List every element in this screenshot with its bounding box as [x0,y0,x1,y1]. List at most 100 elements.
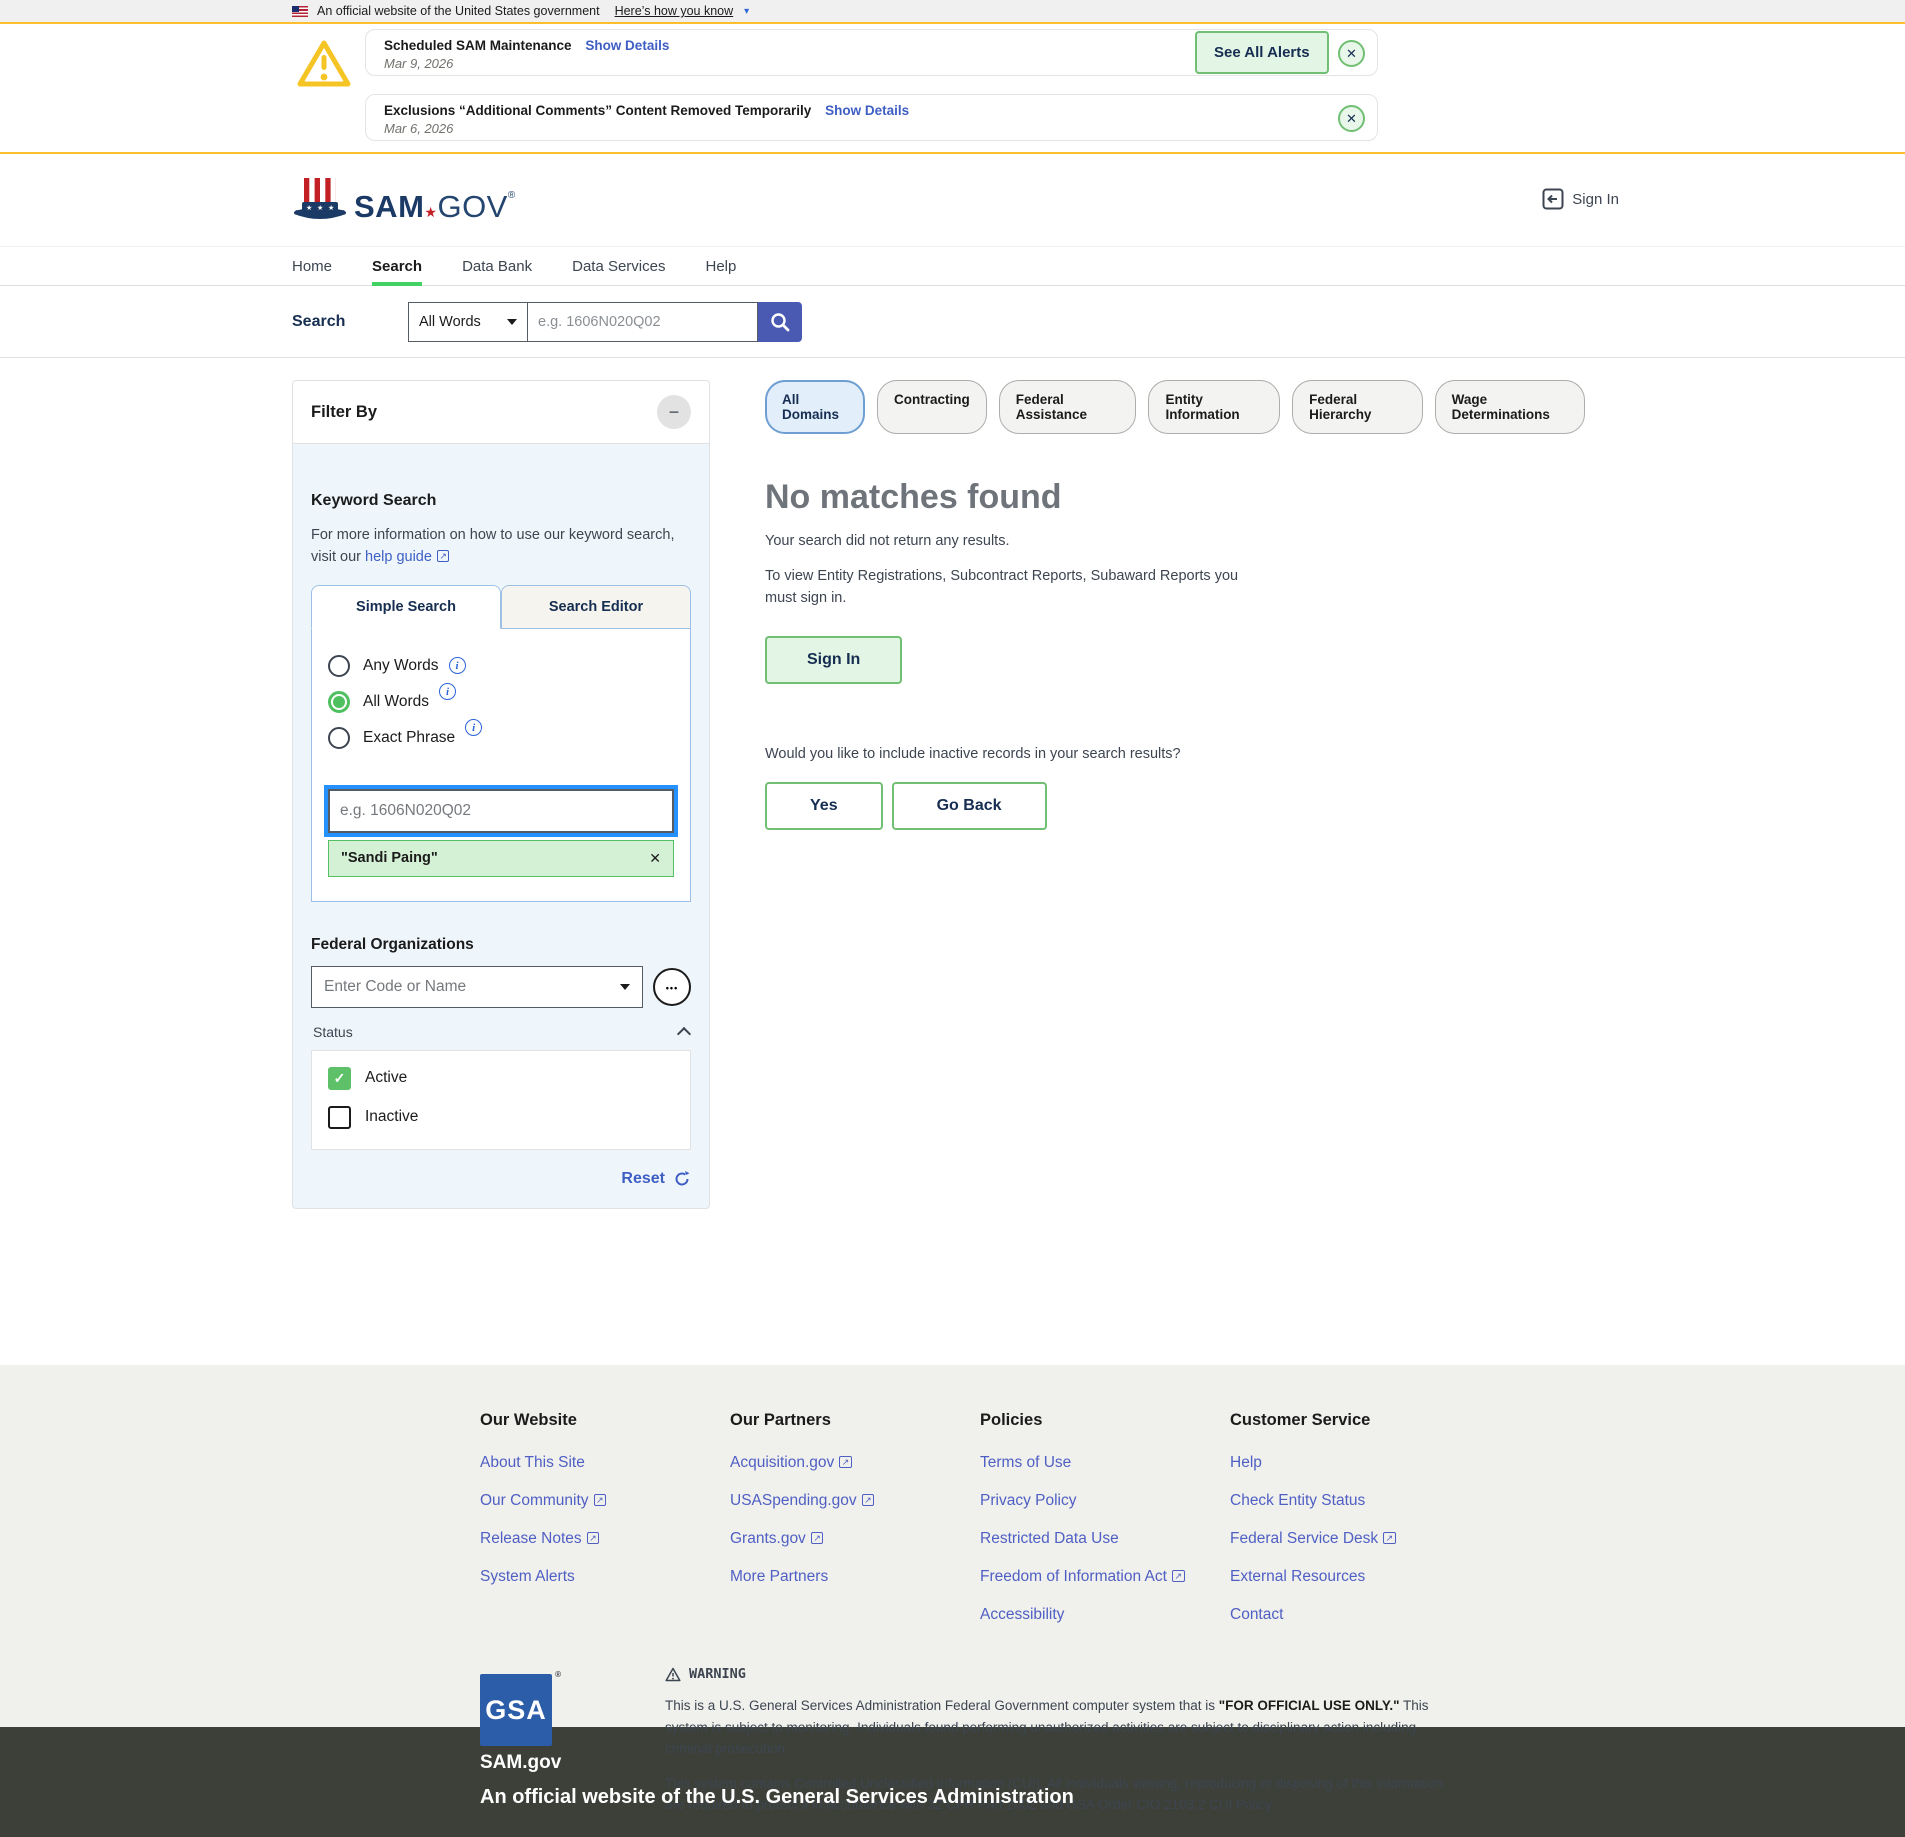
show-details-link[interactable]: Show Details [585,38,669,53]
main-nav: Home Search Data Bank Data Services Help [0,246,1905,286]
brand-star-icon: ★ [424,204,438,220]
footer-link-federal-service-desk[interactable]: Federal Service Desk [1230,1530,1480,1548]
search-label: Search [292,312,346,330]
svg-text:★: ★ [328,204,334,212]
reset-icon[interactable] [673,1170,691,1188]
gov-banner: An official website of the United States… [0,0,1905,24]
brand-sam: SAM [354,189,425,224]
footer-link-contact[interactable]: Contact [1230,1606,1480,1624]
footer-link-our-community[interactable]: Our Community [480,1492,730,1510]
footer-col-our-website: Our Website About This Site Our Communit… [480,1411,730,1644]
ellipsis-icon[interactable] [653,967,691,1006]
dropdown-arrow-icon [620,983,630,990]
federal-org-placeholder: Enter Code or Name [324,977,467,995]
site-header: ★ ★ ★ SAM★GOV® Sign In [0,154,1905,246]
footer-link-restricted-data-use[interactable]: Restricted Data Use [980,1530,1230,1548]
footer-link-system-alerts[interactable]: System Alerts [480,1568,730,1586]
include-inactive-question: Would you like to include inactive recor… [765,745,1181,762]
nav-item-data-bank[interactable]: Data Bank [462,247,532,285]
help-guide-link[interactable]: help guide [365,549,449,565]
uncle-sam-hat-icon: ★ ★ ★ [294,178,346,219]
footer-link-foia[interactable]: Freedom of Information Act [980,1568,1230,1586]
dropdown-arrow-icon [507,318,517,325]
chevron-down-icon: ▾ [744,5,750,17]
search-input[interactable] [528,301,758,342]
domain-tab-wage-determinations[interactable]: Wage Determinations [1434,380,1585,434]
sign-in-link[interactable]: Sign In [1542,188,1619,210]
how-you-know-link[interactable]: Here’s how you know [615,4,734,18]
footer-link-check-entity-status[interactable]: Check Entity Status [1230,1492,1480,1510]
footer-heading: Policies [980,1411,1043,1429]
close-icon[interactable] [1338,105,1365,132]
tab-search-editor[interactable]: Search Editor [501,584,691,629]
results-area: All Domains Contracting Federal Assistan… [765,380,1585,1209]
sign-in-button[interactable]: Sign In [765,635,903,684]
footer-col-customer-service: Customer Service Help Check Entity Statu… [1230,1411,1480,1644]
footer-link-more-partners[interactable]: More Partners [730,1568,980,1586]
search-button[interactable] [758,301,802,342]
keyword-chip-label: "Sandi Paing" [341,850,438,867]
brand-gov: GOV [437,189,508,224]
footer-link-release-notes[interactable]: Release Notes [480,1530,730,1548]
footer-link-help[interactable]: Help [1230,1454,1480,1472]
alert-date: Mar 6, 2026 [384,121,454,136]
radio-any-words[interactable]: Any Words [328,654,674,677]
federal-org-combobox[interactable]: Enter Code or Name [311,965,643,1008]
filter-panel: Filter By Keyword Search For more inform… [292,380,710,1209]
tab-simple-search[interactable]: Simple Search [311,584,501,629]
search-mode-value: All Words [419,313,481,330]
gov-banner-text: An official website of the United States… [317,4,600,18]
info-icon[interactable] [448,657,466,675]
nav-item-home[interactable]: Home [292,247,332,285]
remove-chip-icon[interactable] [649,850,661,867]
radio-icon [328,726,350,749]
footer-link-terms-of-use[interactable]: Terms of Use [980,1454,1230,1472]
keyword-input[interactable] [328,788,674,833]
info-icon[interactable] [439,683,457,701]
sign-in-label: Sign In [1572,190,1619,208]
nav-item-search[interactable]: Search [372,247,423,286]
chevron-up-icon[interactable] [676,1026,692,1042]
gsa-logo: GSA [480,1670,562,1746]
go-back-button[interactable]: Go Back [891,781,1047,830]
status-box: Active Inactive [311,1049,691,1150]
footer-heading: Customer Service [1230,1411,1371,1429]
see-all-alerts-button[interactable]: See All Alerts [1195,31,1329,74]
domain-tab-contracting[interactable]: Contracting [877,380,987,434]
footer-link-privacy-policy[interactable]: Privacy Policy [980,1492,1230,1510]
radio-selected-icon [328,690,350,713]
footer-link-external-resources[interactable]: External Resources [1230,1568,1480,1586]
radio-all-words[interactable]: All Words [328,683,674,713]
alert-exclusions: Exclusions “Additional Comments” Content… [365,94,1378,141]
domain-tab-federal-hierarchy[interactable]: Federal Hierarchy [1292,380,1423,434]
checkbox-active[interactable]: Active [328,1066,674,1090]
footer-heading: Our Website [480,1411,577,1429]
footer: Our Website About This Site Our Communit… [0,1365,1905,1812]
search-bar: Search All Words [0,286,1905,358]
no-results-text: Your search did not return any results. [765,533,1010,549]
footer-link-about-this-site[interactable]: About This Site [480,1454,730,1472]
svg-text:★: ★ [317,204,323,212]
nav-item-data-services[interactable]: Data Services [572,247,665,285]
checkbox-inactive[interactable]: Inactive [328,1105,674,1129]
search-mode-select[interactable]: All Words [408,301,528,342]
checkbox-checked-icon [328,1066,351,1090]
collapse-filter-button[interactable] [657,395,691,429]
sam-gov-logo[interactable]: ★ ★ ★ SAM★GOV® [292,176,516,222]
reset-link[interactable]: Reset [621,1170,665,1188]
footer-link-accessibility[interactable]: Accessibility [980,1606,1230,1624]
domain-tab-all-domains[interactable]: All Domains [765,380,865,434]
no-matches-heading: No matches found [765,478,1062,516]
info-icon[interactable] [465,719,483,737]
nav-item-help[interactable]: Help [705,247,736,285]
close-icon[interactable] [1338,40,1365,67]
show-details-link[interactable]: Show Details [825,103,909,118]
domain-tab-federal-assistance[interactable]: Federal Assistance [998,380,1137,434]
footer-link-grants-gov[interactable]: Grants.gov [730,1530,980,1548]
footer-link-acquisition-gov[interactable]: Acquisition.gov [730,1454,980,1472]
footer-link-usaspending-gov[interactable]: USASpending.gov [730,1492,980,1510]
checkbox-unchecked-icon [328,1105,351,1129]
yes-button[interactable]: Yes [765,781,883,830]
domain-tab-entity-information[interactable]: Entity Information [1148,380,1281,434]
radio-exact-phrase[interactable]: Exact Phrase [328,719,674,749]
